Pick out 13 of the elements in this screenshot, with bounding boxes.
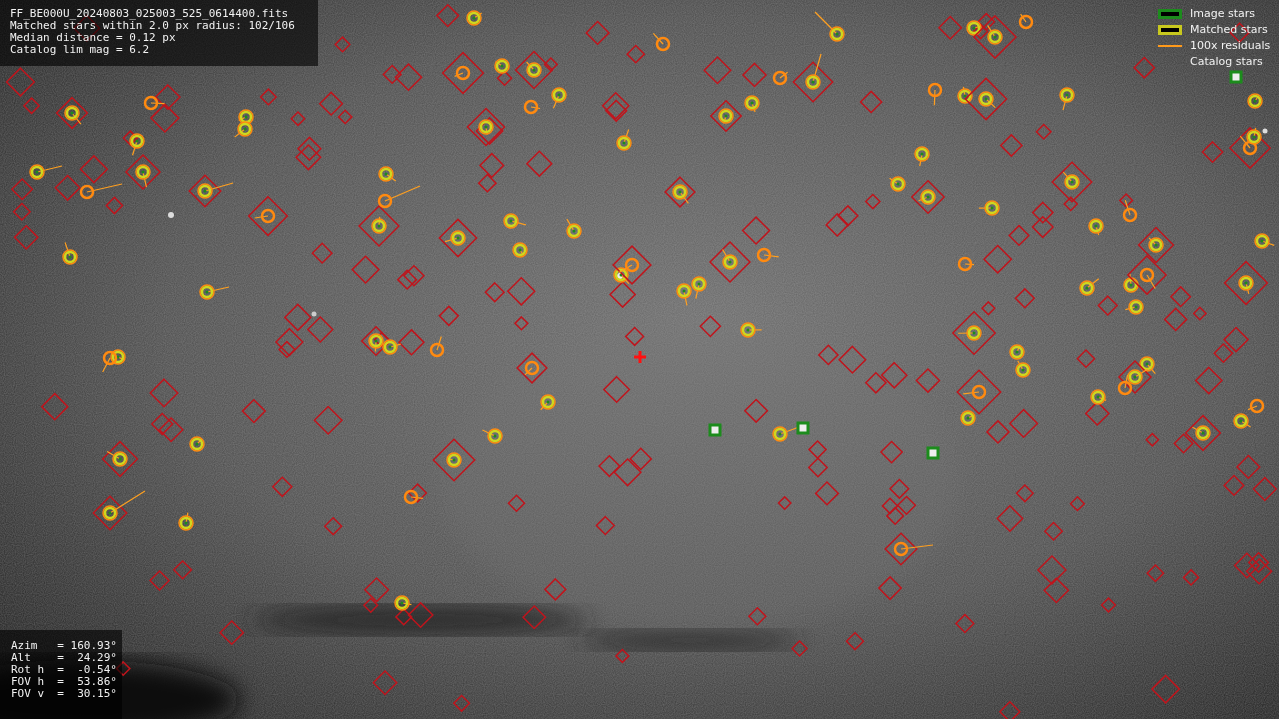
info-text: Median distance = 0.12 px [10,32,177,44]
info-text: Matched stars within 2.0 px radius: 102/106 [10,20,296,32]
info-text: FF_BE000U_20240803_025003_525_0614400.fits [10,8,290,20]
info-text: Rot h = -0.54° [11,664,118,676]
info-text: FOV v = 30.15° [11,688,118,700]
info-text: FOV h = 53.86° [11,676,118,688]
legend-label: Catalog stars [1190,54,1264,70]
legend-label: Image stars [1190,6,1256,22]
legend-label: 100x residuals [1190,38,1271,54]
info-text: Alt = 24.29° [11,652,118,664]
info-text: Catalog lim mag = 6.2 [10,44,151,56]
info-text: Azim = 160.93° [11,640,118,652]
cross-icon [632,349,648,365]
